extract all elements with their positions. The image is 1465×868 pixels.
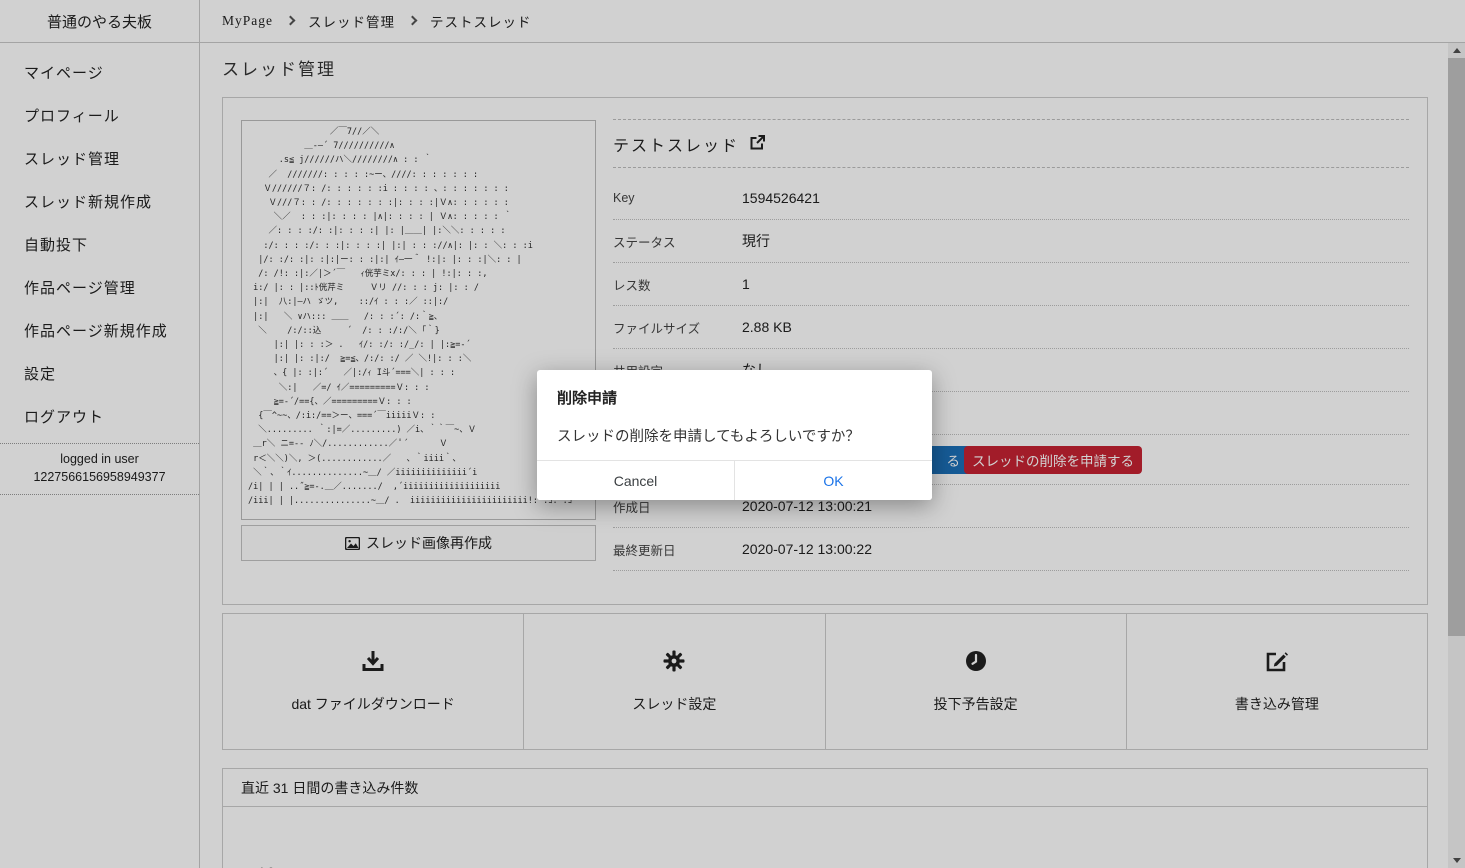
cancel-button[interactable]: Cancel (537, 461, 734, 500)
modal-buttons: Cancel OK (537, 460, 932, 500)
delete-request-modal: 削除申請 スレッドの削除を申請してもよろしいですか？ Cancel OK (537, 370, 932, 500)
modal-title: 削除申請 (537, 370, 932, 408)
modal-message: スレッドの削除を申請してもよろしいですか？ (537, 408, 932, 446)
ok-button[interactable]: OK (734, 461, 932, 500)
